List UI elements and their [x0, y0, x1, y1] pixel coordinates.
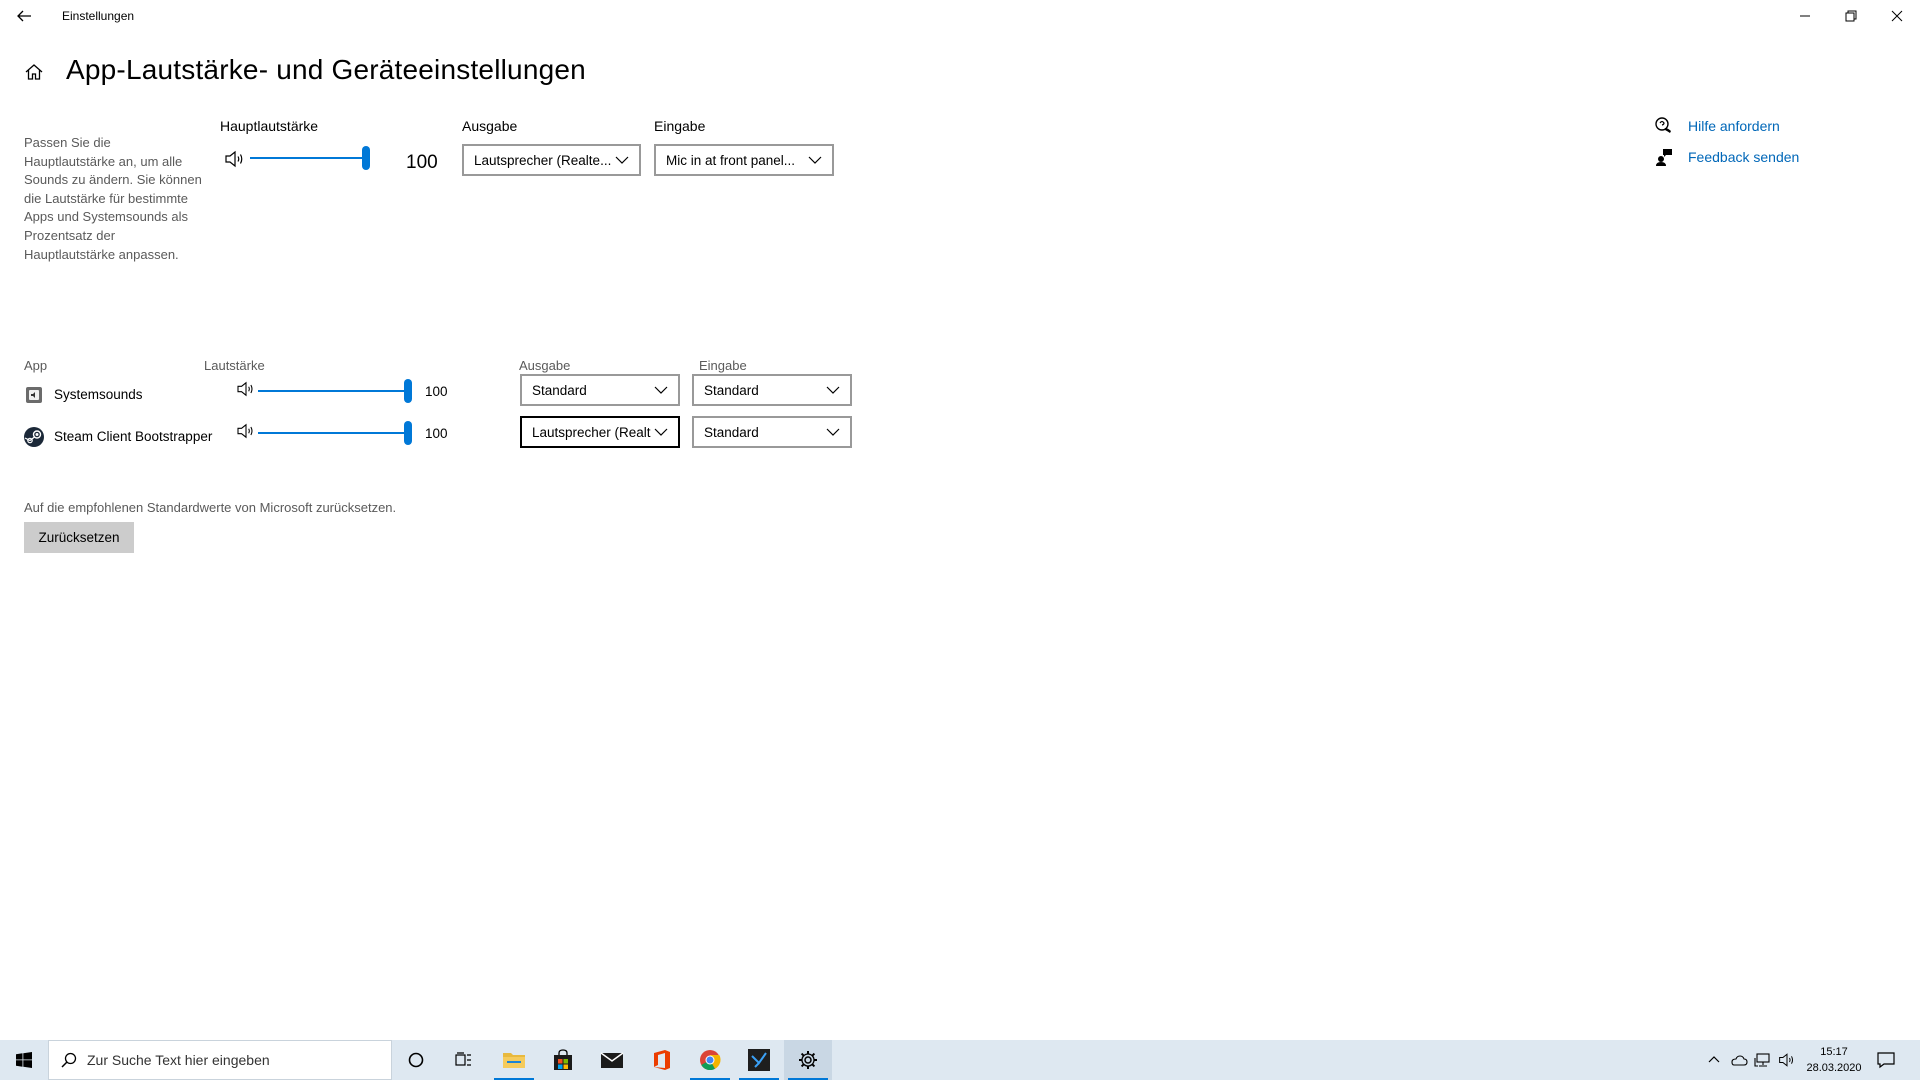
cortana-button[interactable]: [392, 1040, 440, 1080]
mail-icon: [600, 1052, 624, 1068]
title-bar: Einstellungen: [0, 0, 1920, 32]
search-placeholder: Zur Suche Text hier eingeben: [87, 1052, 270, 1068]
col-app-header: App: [24, 358, 48, 373]
visual-studio-icon: [748, 1049, 770, 1071]
search-icon: [61, 1052, 77, 1068]
slider-track: [258, 390, 408, 392]
master-volume-slider[interactable]: [250, 146, 374, 170]
taskbar-file-explorer[interactable]: [490, 1040, 538, 1080]
minimize-button[interactable]: [1782, 0, 1828, 32]
get-help-link[interactable]: Hilfe anfordern: [1688, 118, 1780, 134]
master-input-label: Eingabe: [654, 118, 706, 134]
folder-icon: [503, 1053, 525, 1068]
chevron-down-icon: [808, 156, 822, 164]
dropdown-value: Lautsprecher (Realt: [532, 424, 651, 440]
dropdown-value: Standard: [704, 424, 759, 440]
speaker-icon[interactable]: [236, 381, 258, 399]
clock-date: 28.03.2020: [1806, 1062, 1862, 1074]
cortana-icon: [408, 1052, 424, 1068]
taskbar-visual-studio[interactable]: [735, 1040, 783, 1080]
slider-thumb[interactable]: [404, 421, 412, 445]
tray-speaker-icon[interactable]: [1778, 1052, 1796, 1068]
page-title: App-Lautstärke- und Geräteeinstellungen: [66, 54, 586, 85]
reset-description: Auf die empfohlenen Standardwerte von Mi…: [24, 500, 397, 515]
systemsounds-volume-slider[interactable]: [258, 379, 416, 403]
taskbar-clock[interactable]: 15:17 28.03.2020: [1800, 1044, 1868, 1076]
slider-track: [258, 432, 408, 434]
dropdown-value: Mic in at front panel...: [666, 152, 796, 168]
restore-button[interactable]: [1828, 0, 1874, 32]
task-view-button[interactable]: [440, 1040, 488, 1080]
app-name-systemsounds: Systemsounds: [54, 387, 143, 402]
slider-thumb[interactable]: [404, 379, 412, 403]
dropdown-value: Standard: [532, 382, 587, 398]
systemsounds-output-dropdown[interactable]: Standard: [520, 374, 680, 406]
app-name-steam: Steam Client Bootstrapper: [54, 429, 213, 444]
systemsounds-input-dropdown[interactable]: Standard: [692, 374, 852, 406]
master-input-dropdown[interactable]: Mic in at front panel...: [654, 144, 834, 176]
clock-time: 15:17: [1820, 1046, 1848, 1058]
taskbar-settings[interactable]: [784, 1040, 832, 1080]
dropdown-value: Standard: [704, 382, 759, 398]
start-button[interactable]: [0, 1040, 48, 1080]
col-output-header: Ausgabe: [519, 358, 571, 373]
onedrive-cloud-icon[interactable]: [1730, 1052, 1748, 1068]
chevron-down-icon: [654, 428, 668, 436]
chrome-icon: [700, 1050, 721, 1071]
network-icon[interactable]: [1754, 1052, 1772, 1068]
home-icon[interactable]: [24, 62, 44, 82]
feedback-icon: [1654, 147, 1674, 167]
taskbar-mail[interactable]: [588, 1040, 636, 1080]
steam-icon: [23, 426, 45, 448]
slider-track: [250, 157, 366, 159]
steam-volume-slider[interactable]: [258, 421, 416, 445]
slider-thumb[interactable]: [362, 146, 370, 170]
col-input-header: Eingabe: [699, 358, 747, 373]
gear-icon: [799, 1051, 817, 1069]
windows-logo-icon: [16, 1052, 32, 1068]
taskbar-chrome[interactable]: [686, 1040, 734, 1080]
taskbar-store[interactable]: [539, 1040, 587, 1080]
help-chat-icon: [1654, 116, 1674, 136]
taskbar-office[interactable]: [638, 1040, 686, 1080]
master-volume-value: 100: [406, 152, 438, 173]
taskbar: Zur Suche Text hier eingeben 15:17 28.03…: [0, 1040, 1920, 1080]
taskbar-search-box[interactable]: Zur Suche Text hier eingeben: [48, 1040, 392, 1080]
chevron-down-icon: [615, 156, 629, 164]
steam-input-dropdown[interactable]: Standard: [692, 416, 852, 448]
speaker-icon[interactable]: [236, 423, 258, 441]
system-sounds-icon: [24, 385, 44, 405]
chevron-down-icon: [826, 386, 840, 394]
master-output-label: Ausgabe: [462, 118, 518, 134]
chevron-down-icon: [654, 386, 668, 394]
office-icon: [654, 1050, 670, 1070]
steam-volume-value: 100: [425, 426, 448, 441]
store-bag-icon: [554, 1049, 572, 1070]
master-volume-label: Hauptlautstärke: [220, 118, 319, 134]
reset-button[interactable]: Zurücksetzen: [24, 522, 134, 553]
steam-output-dropdown[interactable]: Lautsprecher (Realt: [520, 416, 680, 448]
master-output-dropdown[interactable]: Lautsprecher (Realte...: [462, 144, 641, 176]
back-arrow-icon[interactable]: [14, 6, 34, 26]
action-center-icon[interactable]: [1876, 1050, 1896, 1070]
task-view-icon: [455, 1052, 471, 1066]
speaker-icon[interactable]: [224, 150, 246, 168]
feedback-link[interactable]: Feedback senden: [1688, 149, 1799, 165]
chevron-down-icon: [826, 428, 840, 436]
chevron-up-icon[interactable]: [1706, 1052, 1722, 1068]
dropdown-value: Lautsprecher (Realte...: [474, 152, 612, 168]
window-title: Einstellungen: [62, 9, 135, 23]
master-description: Passen Sie die Hauptlautstärke an, um al…: [24, 135, 202, 262]
col-volume-header: Lautstärke: [204, 358, 265, 373]
close-button[interactable]: [1874, 0, 1920, 32]
systemsounds-volume-value: 100: [425, 384, 448, 399]
